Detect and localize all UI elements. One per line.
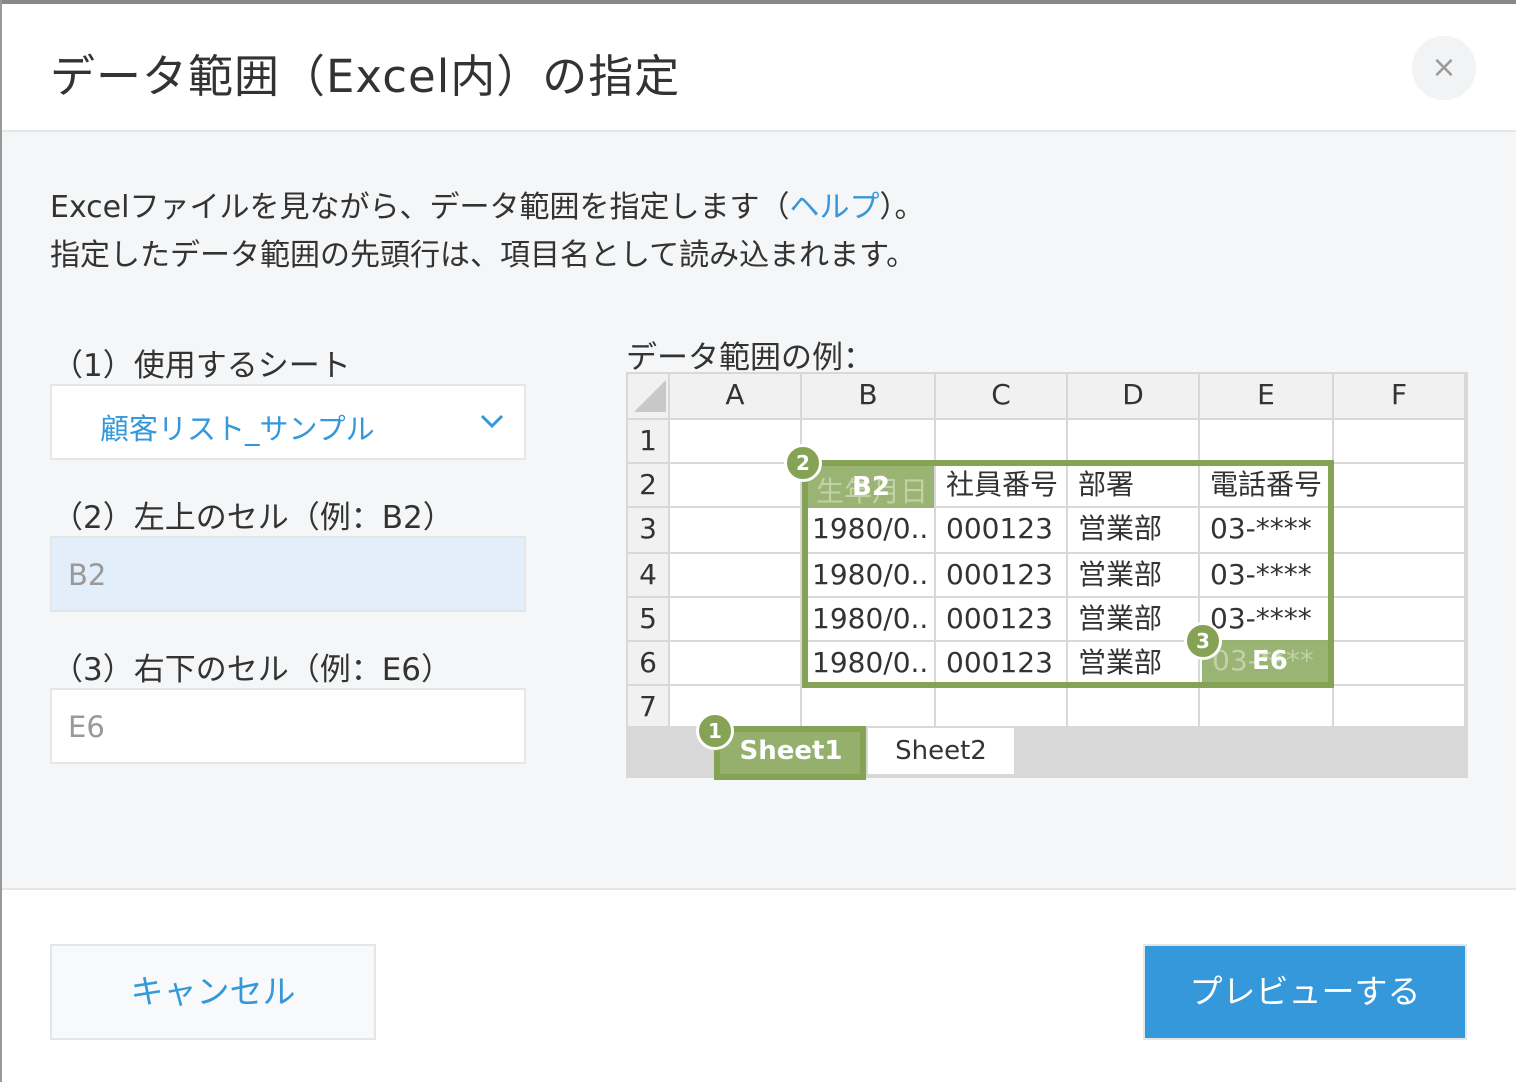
- description-line-2: 指定したデータ範囲の先頭行は、項目名として読み込まれます。: [50, 238, 917, 273]
- grid-cell: [670, 642, 802, 686]
- grid-cell: [802, 686, 936, 728]
- close-button[interactable]: ×: [1412, 36, 1476, 100]
- column-header-d: D: [1068, 374, 1200, 420]
- step-badge-2: 2: [784, 444, 822, 482]
- description: Excelファイルを見ながら、データ範囲を指定します（ヘルプ）。 指定したデータ…: [50, 184, 924, 280]
- row-header-7: 7: [628, 686, 670, 728]
- description-line-1: Excelファイルを見ながら、データ範囲を指定します（ヘルプ）。: [50, 184, 924, 232]
- preview-button[interactable]: プレビューする: [1143, 944, 1467, 1040]
- row-header-6: 6: [628, 642, 670, 686]
- corner-cell: [628, 374, 670, 420]
- grid-cell: [670, 420, 802, 464]
- cancel-button[interactable]: キャンセル: [50, 944, 376, 1040]
- top-left-cell-placeholder: B2: [68, 558, 107, 592]
- grid-cell: [1334, 464, 1466, 508]
- bottom-right-cell-input[interactable]: E6: [50, 688, 526, 764]
- grid-cell: [670, 508, 802, 554]
- bottom-right-cell-placeholder: E6: [68, 710, 105, 744]
- example-label: データ範囲の例：: [626, 340, 874, 376]
- row-header-2: 2: [628, 464, 670, 508]
- grid-cell: [670, 598, 802, 642]
- top-left-cell-input[interactable]: B2: [50, 536, 526, 612]
- sheet-tab-frame: [714, 726, 866, 780]
- column-header-b: B: [802, 374, 936, 420]
- grid-cell: [1334, 554, 1466, 598]
- grid-cell: [670, 686, 802, 728]
- grid-cell: [1334, 642, 1466, 686]
- grid-cell: [1334, 420, 1466, 464]
- help-link[interactable]: ヘルプ: [789, 190, 879, 225]
- grid-cell: [1334, 508, 1466, 554]
- row-header-3: 3: [628, 508, 670, 554]
- grid-cell: [1334, 686, 1466, 728]
- column-header-e: E: [1200, 374, 1334, 420]
- sheet-tab-2: Sheet2: [868, 728, 1014, 774]
- column-header-f: F: [1334, 374, 1466, 420]
- top-left-cell-label: （2）左上のセル（例：B2）: [52, 500, 454, 536]
- description-text: Excelファイルを見ながら、データ範囲を指定します（: [50, 190, 790, 225]
- data-range-dialog: データ範囲（Excel内）の指定 × Excelファイルを見ながら、データ範囲を…: [2, 4, 1516, 1082]
- row-header-1: 1: [628, 420, 670, 464]
- row-header-4: 4: [628, 554, 670, 598]
- grid-cell: [802, 420, 936, 464]
- grid-cell: [670, 464, 802, 508]
- data-range-frame: [802, 460, 1334, 688]
- grid-cell: [936, 686, 1068, 728]
- column-header-a: A: [670, 374, 802, 420]
- chevron-down-icon: [480, 414, 504, 429]
- grid-cell: [936, 420, 1068, 464]
- description-text-end: ）。: [879, 190, 925, 225]
- grid-cell: [1200, 686, 1334, 728]
- select-all-icon: [634, 380, 666, 412]
- row-header-5: 5: [628, 598, 670, 642]
- dialog-title: データ範囲（Excel内）の指定: [50, 50, 681, 103]
- step-badge-3: 3: [1184, 622, 1222, 660]
- sheet-select-value: 顧客リスト_サンプル: [100, 412, 375, 446]
- close-icon: ×: [1431, 50, 1457, 85]
- sheet-select[interactable]: 顧客リスト_サンプル: [50, 384, 526, 460]
- step-badge-1: 1: [696, 712, 734, 750]
- grid-cell: [670, 554, 802, 598]
- grid-cell: [1068, 686, 1200, 728]
- dialog-footer: キャンセル プレビューする: [2, 888, 1516, 1082]
- bottom-right-cell-label: （3）右下のセル（例：E6）: [52, 652, 453, 688]
- grid-cell: [1200, 420, 1334, 464]
- sheet-label: （1）使用するシート: [52, 348, 351, 384]
- grid-cell: [1068, 420, 1200, 464]
- column-header-c: C: [936, 374, 1068, 420]
- dialog-header: データ範囲（Excel内）の指定 ×: [2, 4, 1516, 132]
- grid-cell: [1334, 598, 1466, 642]
